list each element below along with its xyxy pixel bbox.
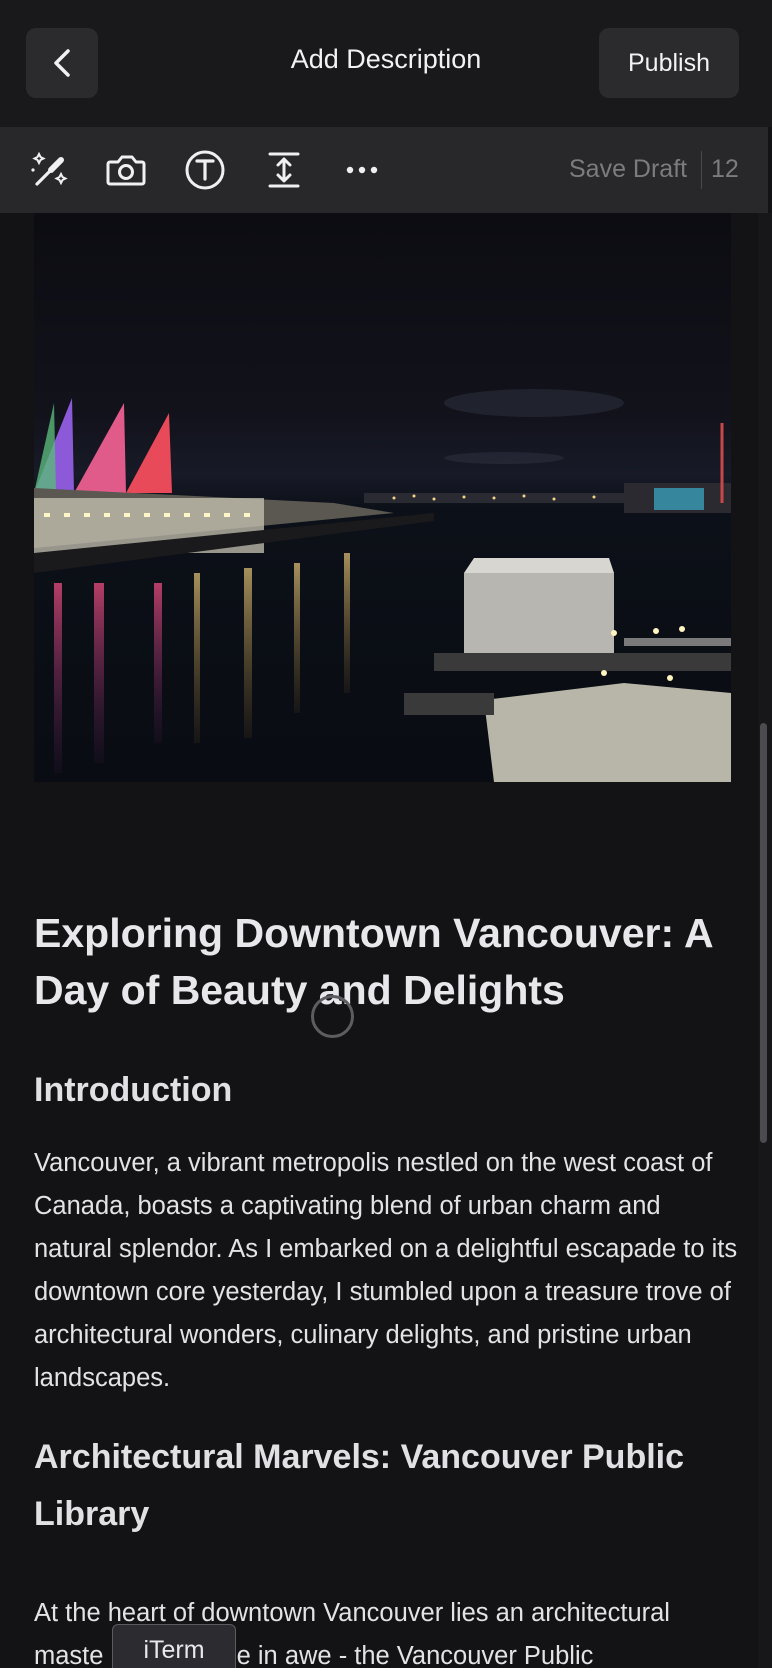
editor-toolbar: Save Draft 12 (0, 127, 768, 213)
article-title[interactable]: Exploring Downtown Vancouver: A Day of B… (34, 905, 744, 1019)
top-bar: Add Description Publish (0, 0, 772, 127)
camera-icon[interactable] (101, 145, 151, 195)
line-spacing-icon[interactable] (259, 145, 309, 195)
section-paragraph[interactable]: Vancouver, a vibrant metropolis nestled … (34, 1142, 744, 1400)
publish-button[interactable]: Publish (599, 28, 739, 98)
back-button[interactable] (26, 28, 98, 98)
save-draft-button[interactable]: Save Draft (569, 155, 687, 184)
text-format-icon[interactable] (180, 145, 230, 195)
app-window: Add Description Publish Save Draft 12 Ex… (0, 0, 772, 1668)
magic-wand-icon[interactable] (24, 145, 74, 195)
scrollbar-thumb[interactable] (760, 723, 767, 1143)
editor-content[interactable]: Exploring Downtown Vancouver: A Day of B… (0, 213, 768, 1668)
chevron-left-icon (54, 49, 70, 77)
vancouver-night-photo (34, 213, 731, 782)
word-count: 12 (711, 155, 739, 183)
article-photo[interactable] (34, 213, 731, 782)
app-tooltip: iTerm (112, 1624, 236, 1668)
section-heading[interactable]: Introduction (34, 1062, 744, 1119)
toolbar-divider (701, 151, 702, 189)
section-heading[interactable]: Architectural Marvels: Vancouver Public … (34, 1429, 744, 1543)
more-icon[interactable] (337, 145, 387, 195)
touch-cursor-indicator (311, 995, 354, 1038)
